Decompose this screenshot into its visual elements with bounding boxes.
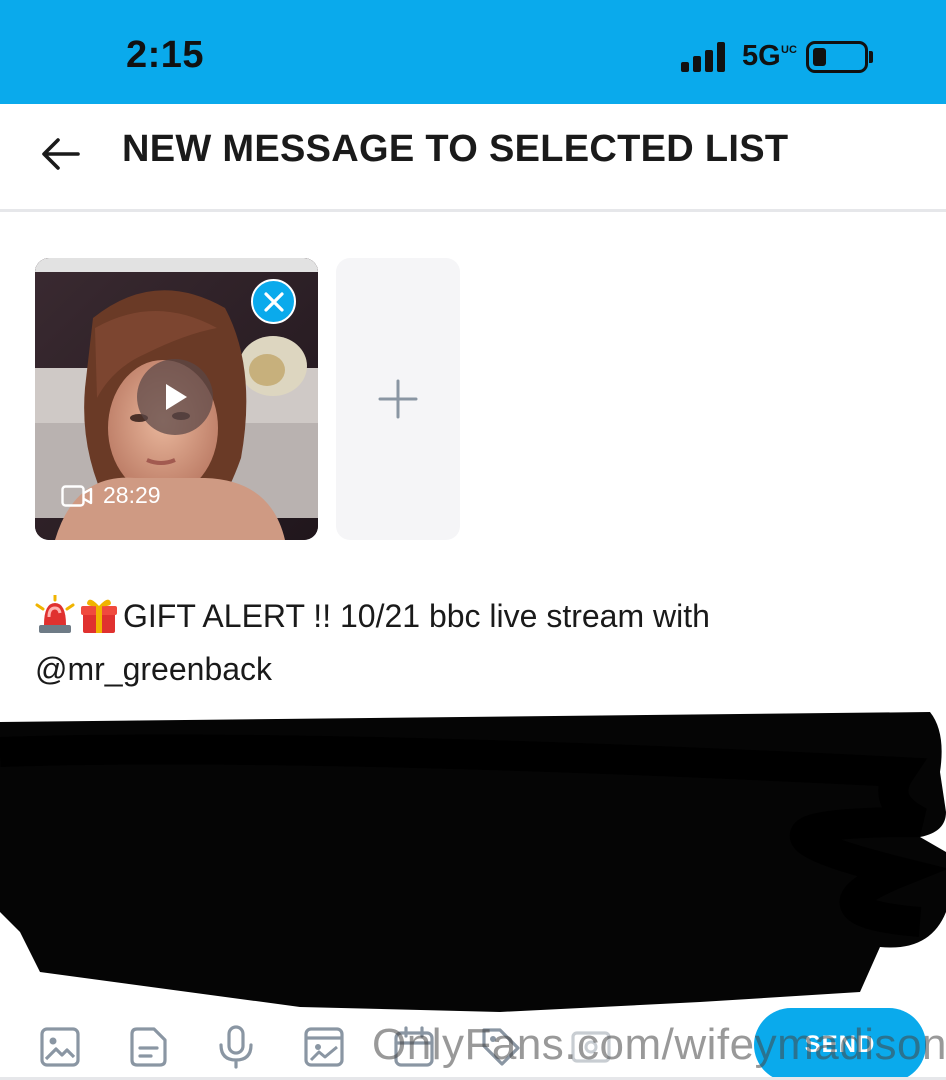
add-image-button[interactable] [35, 1022, 85, 1072]
message-line-1-text: GIFT ALERT !! 10/21 bbc live stream with [123, 598, 710, 634]
status-bar: 2:15 5G UC [0, 0, 946, 104]
header: NEW MESSAGE TO SELECTED LIST [0, 104, 946, 212]
play-icon [166, 384, 187, 410]
play-button[interactable] [137, 359, 213, 435]
microphone-icon [219, 1025, 253, 1069]
message-text-area[interactable]: GIFT ALERT !! 10/21 bbc live stream with… [35, 590, 895, 696]
close-icon [263, 291, 284, 312]
send-button[interactable]: SEND [754, 1008, 926, 1080]
message-line-1: GIFT ALERT !! 10/21 bbc live stream with [35, 590, 895, 643]
message-line-2: @mr_greenback [35, 651, 273, 687]
network-badge: UC [781, 44, 797, 56]
battery-nub [869, 51, 873, 63]
battery-icon [806, 41, 868, 73]
vault-icon [304, 1027, 344, 1067]
schedule-button[interactable] [389, 1022, 439, 1072]
network-label: 5G [742, 40, 781, 72]
price-button[interactable] [566, 1022, 616, 1072]
redaction-scribble [0, 712, 946, 1012]
page-title: NEW MESSAGE TO SELECTED LIST [122, 128, 789, 170]
calendar-icon [394, 1026, 434, 1067]
tag-icon [482, 1028, 520, 1066]
plus-icon [378, 379, 418, 419]
add-media-button[interactable] [336, 258, 460, 540]
tag-button[interactable] [476, 1022, 526, 1072]
vault-button[interactable] [299, 1022, 349, 1072]
battery-level [813, 48, 826, 66]
video-thumbnail[interactable]: 28:29 [35, 258, 318, 540]
video-duration-label: 28:29 [61, 482, 161, 509]
police-light-emoji [35, 595, 75, 633]
price-icon [571, 1031, 611, 1063]
remove-media-button[interactable] [251, 279, 296, 324]
status-time: 2:15 [126, 34, 205, 76]
add-document-button[interactable] [123, 1022, 173, 1072]
image-icon [40, 1027, 80, 1067]
back-button[interactable] [36, 130, 84, 178]
signal-icon [681, 42, 731, 72]
video-camera-icon [61, 484, 93, 507]
video-duration: 28:29 [103, 482, 161, 508]
bottom-toolbar: SEND [0, 1002, 946, 1080]
record-voice-button[interactable] [211, 1022, 261, 1072]
document-icon [130, 1027, 167, 1067]
arrow-left-icon [42, 138, 80, 170]
gift-emoji [81, 599, 117, 633]
